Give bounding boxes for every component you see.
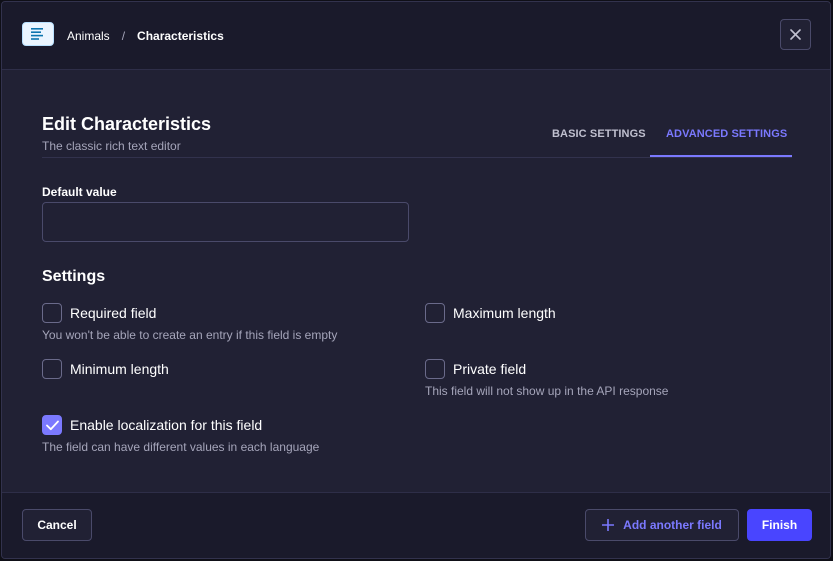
enable-localization-hint: The field can have different values in e…: [42, 440, 320, 454]
cancel-button[interactable]: Cancel: [22, 509, 92, 541]
private-field-label[interactable]: Private field: [453, 361, 526, 377]
finish-button-label: Finish: [761, 518, 798, 532]
form-subtitle: The classic rich text editor: [42, 139, 181, 153]
minimum-length-label[interactable]: Minimum length: [70, 361, 169, 377]
breadcrumb: Animals / Characteristics: [67, 29, 224, 43]
breadcrumb-current: Characteristics: [137, 29, 224, 43]
cancel-button-label: Cancel: [37, 518, 77, 532]
active-tab-indicator: [650, 155, 792, 157]
tab-advanced-settings[interactable]: ADVANCED SETTINGS: [666, 128, 787, 141]
close-button[interactable]: [780, 19, 811, 50]
breadcrumb-parent[interactable]: Animals: [67, 29, 110, 43]
enable-localization-checkbox[interactable]: [42, 415, 62, 435]
form-title: Edit Characteristics: [42, 114, 212, 134]
plus-icon: [602, 519, 615, 531]
private-field-checkbox[interactable]: [425, 359, 445, 379]
default-value-input[interactable]: [42, 202, 409, 242]
field-type-badge: [22, 22, 54, 46]
modal-footer: Cancel Add another field Finish: [2, 492, 830, 558]
add-another-field-label: Add another field: [623, 518, 722, 532]
settings-title: Settings: [42, 268, 106, 285]
required-field-label[interactable]: Required field: [70, 305, 156, 321]
checkmark-icon: [46, 420, 59, 431]
close-icon: [790, 29, 801, 40]
enable-localization-label[interactable]: Enable localization for this field: [70, 417, 262, 433]
tab-basic-settings[interactable]: BASIC SETTINGS: [552, 128, 646, 141]
maximum-length-checkbox[interactable]: [425, 303, 445, 323]
tabs-divider: [42, 157, 792, 158]
required-field-hint: You won't be able to create an entry if …: [42, 328, 338, 342]
maximum-length-label[interactable]: Maximum length: [453, 305, 556, 321]
breadcrumb-separator: /: [121, 29, 126, 43]
required-field-checkbox[interactable]: [42, 303, 62, 323]
modal-header: Animals / Characteristics: [2, 2, 830, 70]
finish-button[interactable]: Finish: [747, 509, 812, 541]
edit-field-modal: Animals / Characteristics Edit Character…: [1, 1, 831, 559]
minimum-length-checkbox[interactable]: [42, 359, 62, 379]
add-another-field-button[interactable]: Add another field: [585, 509, 739, 541]
rich-text-icon: [31, 28, 43, 40]
default-value-label: Default value: [42, 185, 117, 199]
private-field-hint: This field will not show up in the API r…: [425, 384, 669, 398]
